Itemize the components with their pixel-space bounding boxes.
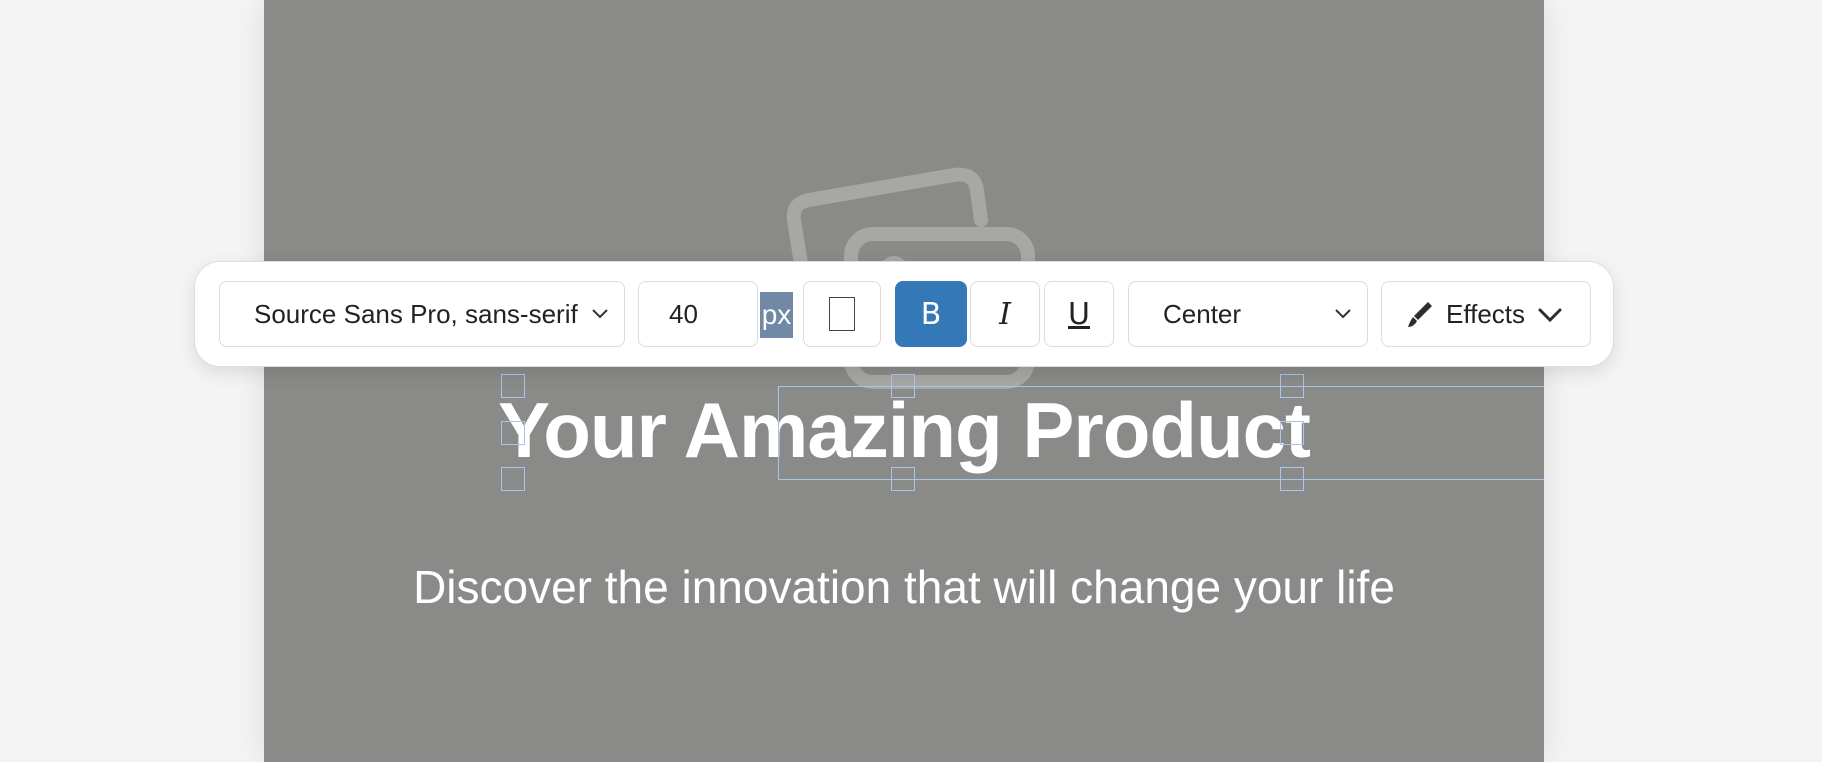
brush-icon — [1408, 302, 1432, 327]
resize-handle-middle-left[interactable] — [501, 421, 525, 445]
chevron-down-icon — [1538, 308, 1562, 323]
bold-icon: B — [920, 296, 942, 332]
chevron-down-icon — [1335, 309, 1351, 319]
design-canvas[interactable]: Your Amazing Product Discover the innova… — [264, 0, 1544, 762]
text-format-toolbar: Source Sans Pro, sans-serif 40 px B I U … — [194, 261, 1614, 367]
italic-button[interactable]: I — [970, 281, 1040, 347]
effects-label: Effects — [1446, 298, 1526, 329]
bold-button[interactable]: B — [895, 281, 967, 347]
font-family-value: Source Sans Pro, sans-serif — [254, 298, 578, 329]
resize-handle-top-left[interactable] — [501, 374, 525, 398]
subline-text[interactable]: Discover the innovation that will change… — [264, 560, 1544, 614]
font-size-input[interactable]: 40 — [638, 281, 758, 347]
font-size-value: 40 — [669, 298, 698, 329]
effects-button[interactable]: Effects — [1381, 281, 1591, 347]
chevron-down-icon — [592, 309, 608, 319]
italic-icon: I — [999, 296, 1011, 332]
resize-handle-bottom-right[interactable] — [1280, 467, 1304, 491]
font-size-unit[interactable]: px — [760, 292, 793, 338]
resize-handle-bottom-left[interactable] — [501, 467, 525, 491]
underline-icon: U — [1068, 296, 1090, 332]
resize-handle-top-right[interactable] — [1280, 374, 1304, 398]
text-align-select[interactable]: Center — [1128, 281, 1368, 347]
resize-handle-top-center[interactable] — [891, 374, 915, 398]
text-align-value: Center — [1163, 298, 1242, 329]
resize-handle-middle-right[interactable] — [1280, 421, 1304, 445]
text-color-button[interactable] — [803, 281, 881, 347]
color-swatch — [829, 297, 855, 331]
resize-handle-bottom-center[interactable] — [891, 467, 915, 491]
font-family-select[interactable]: Source Sans Pro, sans-serif — [219, 281, 625, 347]
underline-button[interactable]: U — [1044, 281, 1114, 347]
